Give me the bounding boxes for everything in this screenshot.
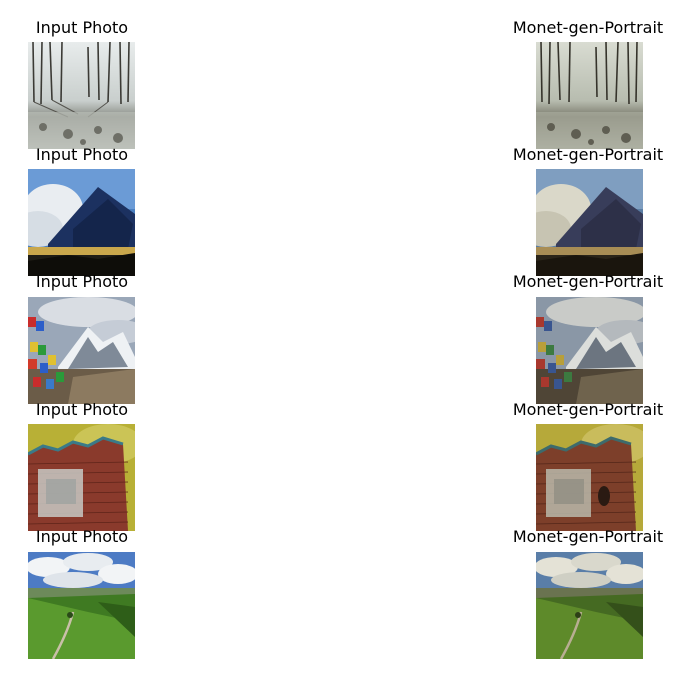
input-photo-title: Input Photo	[35, 272, 129, 291]
monet-gen-image	[536, 169, 643, 276]
input-photo-title: Input Photo	[35, 145, 129, 164]
input-photo-title: Input Photo	[35, 527, 129, 546]
input-photo-title: Input Photo	[35, 400, 129, 419]
monet-gen-image	[536, 42, 643, 149]
monet-gen-image	[536, 552, 643, 659]
monet-gen-title: Monet-gen-Portrait	[512, 527, 664, 546]
monet-gen-title: Monet-gen-Portrait	[512, 18, 664, 37]
input-photo-image	[28, 552, 135, 659]
input-photo-image	[28, 169, 135, 276]
monet-gen-title: Monet-gen-Portrait	[512, 145, 664, 164]
input-photo-title: Input Photo	[35, 18, 129, 37]
input-photo-image	[28, 297, 135, 404]
monet-gen-title: Monet-gen-Portrait	[512, 400, 664, 419]
input-photo-image	[28, 42, 135, 149]
monet-gen-image	[536, 424, 643, 531]
input-photo-image	[28, 424, 135, 531]
monet-gen-image	[536, 297, 643, 404]
monet-gen-title: Monet-gen-Portrait	[512, 272, 664, 291]
